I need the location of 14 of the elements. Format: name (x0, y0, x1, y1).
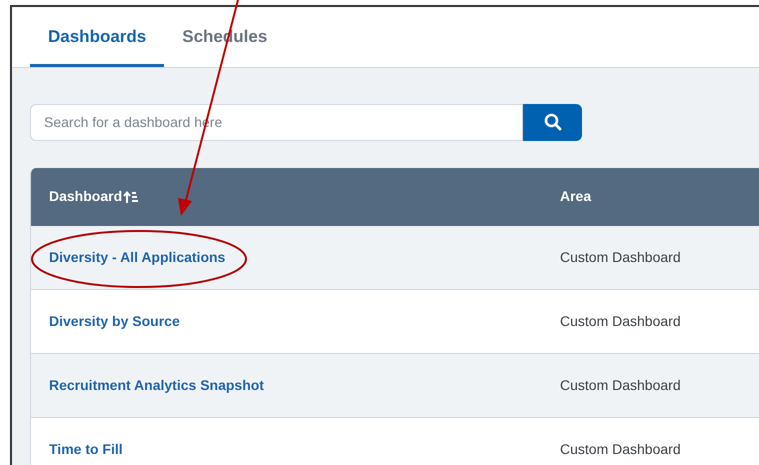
dashboard-link[interactable]: Diversity - All Applications (49, 248, 226, 265)
dashboard-link[interactable]: Diversity by Source (49, 312, 180, 329)
table-cell-text: Custom Dashboard (560, 440, 681, 459)
column-header[interactable]: Dashboard (49, 186, 122, 208)
table-cell-text: Custom Dashboard (560, 312, 681, 331)
dashboard-link[interactable]: Recruitment Analytics Snapshot (49, 376, 264, 393)
dashboard-link[interactable]: Time to Fill (49, 440, 123, 457)
table-cell-text: Custom Dashboard (560, 248, 681, 267)
search-icon (542, 112, 562, 132)
sort-icon[interactable] (123, 190, 140, 204)
search-button[interactable] (523, 104, 582, 141)
tab[interactable]: Dashboards (30, 7, 164, 67)
table-cell-text: Custom Dashboard (560, 376, 681, 395)
column-header[interactable]: Area (560, 186, 592, 208)
